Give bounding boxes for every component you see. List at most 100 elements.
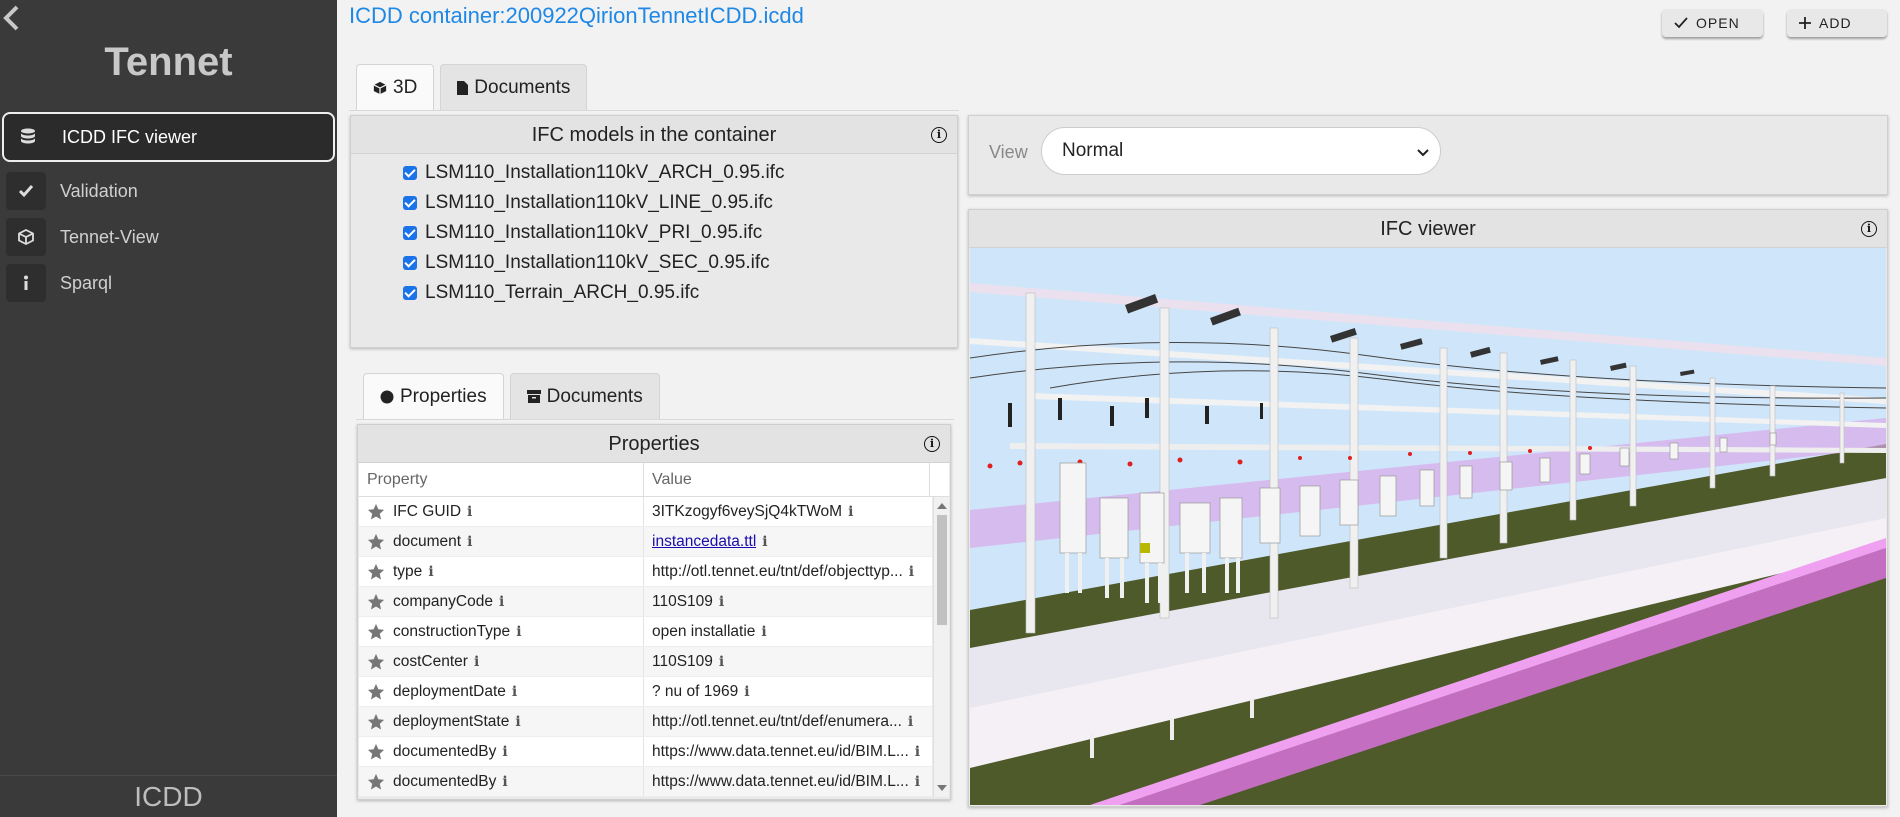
circle-icon: [380, 390, 394, 403]
scroll-up-arrow-icon[interactable]: [937, 503, 947, 509]
tab-documents[interactable]: Documents: [440, 64, 588, 110]
info-icon[interactable]: i: [1861, 221, 1877, 237]
tab-properties[interactable]: Properties: [363, 373, 504, 419]
sidebar-nav: ICDD IFC viewer Validation Tennet-View S…: [0, 112, 337, 306]
info-icon[interactable]: i: [719, 594, 727, 610]
star-icon[interactable]: [367, 683, 385, 701]
star-icon[interactable]: [367, 563, 385, 581]
property-cell: constructionType i: [359, 617, 644, 646]
table-row[interactable]: costCenter i 110S109 i: [359, 647, 932, 677]
property-name: type: [393, 562, 423, 580]
star-icon[interactable]: [367, 533, 385, 551]
view-select[interactable]: Normal: [1041, 127, 1441, 175]
info-icon[interactable]: i: [474, 654, 482, 670]
info-icon[interactable]: i: [467, 504, 475, 520]
back-arrow-icon[interactable]: [2, 4, 24, 34]
info-icon[interactable]: i: [428, 564, 436, 580]
table-row[interactable]: deploymentDate i ? nu of 1969 i: [359, 677, 932, 707]
info-icon[interactable]: i: [467, 534, 475, 550]
info-icon[interactable]: i: [512, 684, 520, 700]
table-row[interactable]: deploymentState i http://otl.tennet.eu/tnt…: [359, 707, 932, 737]
info-icon[interactable]: i: [909, 564, 917, 580]
sidebar-item-validation[interactable]: Validation: [0, 168, 337, 214]
view-panel: View Normal: [968, 115, 1888, 195]
info-icon[interactable]: i: [924, 436, 940, 452]
info-icon[interactable]: i: [499, 594, 507, 610]
property-value: http://otl.tennet.eu/tnt/def/objecttyp..…: [652, 562, 903, 580]
property-cell: costCenter i: [359, 647, 644, 676]
property-value: open installatie: [652, 622, 756, 640]
list-item: LSM110_Installation110kV_LINE_0.95.ifc: [351, 188, 957, 218]
table-row[interactable]: constructionType i open installatie i: [359, 617, 932, 647]
info-icon[interactable]: i: [761, 624, 769, 640]
tab-3d[interactable]: 3D: [356, 64, 435, 110]
column-header-property[interactable]: Property: [359, 463, 644, 496]
model-checkbox[interactable]: [403, 166, 417, 180]
star-icon[interactable]: [367, 773, 385, 791]
property-name: document: [393, 532, 462, 550]
model-name: LSM110_Installation110kV_ARCH_0.95.ifc: [425, 162, 785, 183]
star-icon[interactable]: [367, 503, 385, 521]
star-icon[interactable]: [367, 623, 385, 641]
info-icon[interactable]: i: [762, 534, 770, 550]
model-checkbox[interactable]: [403, 226, 417, 240]
info-icon[interactable]: i: [848, 504, 856, 520]
star-icon[interactable]: [367, 743, 385, 761]
info-icon[interactable]: i: [502, 744, 510, 760]
property-tabs: Properties Documents: [363, 373, 660, 419]
model-checkbox[interactable]: [403, 256, 417, 270]
star-icon[interactable]: [367, 593, 385, 611]
scroll-down-arrow-icon[interactable]: [937, 785, 947, 791]
substation-3d-render: [970, 248, 1886, 805]
list-item: LSM110_Installation110kV_SEC_0.95.ifc: [351, 248, 957, 278]
model-checkbox[interactable]: [403, 286, 417, 300]
value-cell: instancedata.ttl i: [644, 527, 932, 556]
info-icon[interactable]: i: [915, 774, 923, 790]
tab-documents[interactable]: Documents: [509, 373, 660, 419]
add-button[interactable]: ADD: [1787, 9, 1887, 37]
model-checkbox[interactable]: [403, 196, 417, 210]
property-value: 110S109: [652, 652, 713, 670]
model-name: LSM110_Installation110kV_LINE_0.95.ifc: [425, 192, 773, 213]
table-row[interactable]: documentedBy i https://www.data.tennet.eu/…: [359, 767, 932, 797]
table-row[interactable]: type i http://otl.tennet.eu/tnt/def/object…: [359, 557, 932, 587]
table-header: Property Value: [359, 463, 949, 497]
property-value[interactable]: instancedata.ttl: [652, 533, 756, 551]
add-button-label: ADD: [1819, 15, 1852, 31]
info-icon[interactable]: i: [908, 714, 916, 730]
3d-viewport[interactable]: [970, 248, 1886, 805]
property-name: deploymentDate: [393, 682, 506, 700]
property-cell: deploymentState i: [359, 707, 644, 736]
info-icon[interactable]: i: [515, 714, 523, 730]
info-icon[interactable]: i: [931, 127, 947, 143]
info-icon[interactable]: i: [744, 684, 752, 700]
open-button[interactable]: OPEN: [1662, 9, 1763, 37]
table-row[interactable]: documentedBy i https://www.data.tennet.eu/…: [359, 737, 932, 767]
list-item: LSM110_Terrain_ARCH_0.95.ifc: [351, 278, 957, 308]
table-row[interactable]: document i instancedata.ttl i: [359, 527, 932, 557]
info-icon[interactable]: i: [502, 774, 510, 790]
scroll-thumb[interactable]: [937, 515, 947, 625]
info-icon[interactable]: i: [915, 744, 923, 760]
panel-header: Properties i: [358, 425, 950, 463]
info-icon[interactable]: i: [516, 624, 524, 640]
star-icon[interactable]: [367, 653, 385, 671]
table-row[interactable]: companyCode i 110S109 i: [359, 587, 932, 617]
panel-title: IFC models in the container: [531, 124, 777, 146]
property-name: deploymentState: [393, 712, 510, 730]
value-cell: 110S109 i: [644, 587, 932, 616]
check-icon: [1674, 17, 1688, 29]
sidebar-item-sparql[interactable]: Sparql: [0, 260, 337, 306]
brand-title: Tennet: [104, 40, 233, 84]
property-cell: documentedBy i: [359, 767, 644, 796]
view-label: View: [989, 142, 1028, 162]
sidebar: Tennet ICDD IFC viewer Validation Tennet…: [0, 0, 337, 817]
star-icon[interactable]: [367, 713, 385, 731]
table-row[interactable]: IFC GUID i 3ITKzogyf6veySjQ4kTWoM i: [359, 497, 932, 527]
sidebar-item-icdd-ifc-viewer[interactable]: ICDD IFC viewer: [2, 112, 335, 162]
column-header-value[interactable]: Value: [644, 463, 930, 496]
info-icon[interactable]: i: [719, 654, 727, 670]
sidebar-item-tennet-view[interactable]: Tennet-View: [0, 214, 337, 260]
table-scrollbar[interactable]: [933, 497, 949, 797]
panel-title: IFC viewer: [1380, 218, 1476, 240]
